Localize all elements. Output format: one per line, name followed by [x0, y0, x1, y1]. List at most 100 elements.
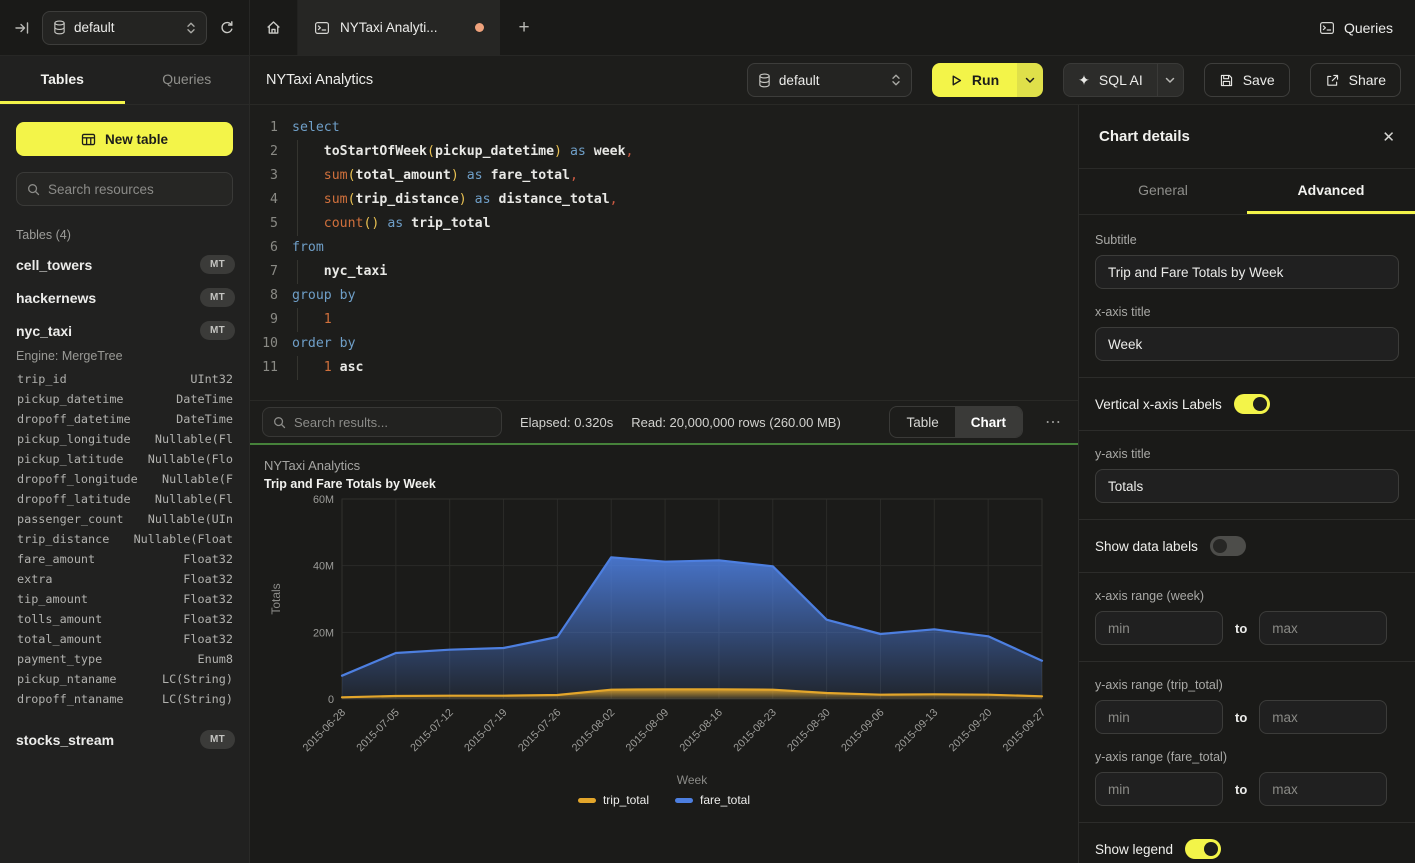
divider [1079, 661, 1415, 662]
column-row-tip_amount: tip_amountFloat32 [0, 589, 249, 609]
y-axis-title-input[interactable] [1095, 469, 1399, 503]
x-axis-title-group: x-axis title [1095, 305, 1399, 361]
column-row-pickup_longitude: pickup_longitudeNullable(Fl [0, 429, 249, 449]
line-number: 3 [250, 164, 292, 188]
table-name: cell_towers [16, 257, 92, 273]
svg-text:60M: 60M [313, 494, 334, 506]
vertical-x-labels-toggle[interactable] [1234, 394, 1270, 414]
sidebar-tab-tables[interactable]: Tables [0, 56, 125, 104]
column-row-dropoff_datetime: dropoff_datetimeDateTime [0, 409, 249, 429]
svg-text:2015-07-12: 2015-07-12 [408, 707, 456, 755]
share-label: Share [1349, 72, 1386, 88]
column-row-pickup_latitude: pickup_latitudeNullable(Flo [0, 449, 249, 469]
panel-tabs: General Advanced [1079, 169, 1415, 215]
y-axis-range-trip-group: y-axis range (trip_total) to [1095, 678, 1399, 734]
sidebar: Tables Queries New table Tables (4) cell… [0, 56, 250, 863]
new-tab-button[interactable]: + [500, 0, 548, 55]
y-axis-range-fare-group: y-axis range (fare_total) to [1095, 750, 1399, 806]
legend-swatch [675, 798, 693, 803]
sql-line-4[interactable]: 4 sum(trip_distance) as distance_total, [250, 188, 1078, 212]
x-axis-range-group: x-axis range (week) to [1095, 589, 1399, 645]
legend-label: trip_total [603, 793, 649, 807]
x-range-min-input[interactable] [1095, 611, 1223, 645]
svg-text:2015-09-27: 2015-09-27 [1001, 707, 1049, 755]
run-options-chevron[interactable] [1017, 63, 1043, 97]
panel-tab-general[interactable]: General [1079, 169, 1247, 214]
run-label: Run [972, 72, 999, 88]
results-bar: Elapsed: 0.320s Read: 20,000,000 rows (2… [250, 400, 1078, 443]
y-axis-title-label: y-axis title [1095, 447, 1399, 461]
sql-line-6[interactable]: 6from [250, 236, 1078, 260]
x-range-max-input[interactable] [1259, 611, 1387, 645]
query-database-value: default [779, 73, 820, 88]
y-axis-range-fare-label: y-axis range (fare_total) [1095, 750, 1399, 764]
svg-text:2015-08-16: 2015-08-16 [677, 707, 725, 755]
topbar-left: default [0, 0, 250, 55]
sql-line-8[interactable]: 8group by [250, 284, 1078, 308]
search-resources-input[interactable] [48, 182, 225, 197]
view-toggle-chart[interactable]: Chart [955, 407, 1022, 437]
y-range-trip-max-input[interactable] [1259, 700, 1387, 734]
svg-text:2015-08-02: 2015-08-02 [570, 707, 618, 755]
queries-link[interactable]: Queries [1297, 0, 1415, 55]
sql-ai-button[interactable]: ✦ SQL AI [1063, 63, 1184, 97]
sql-editor[interactable]: 1select2 toStartOfWeek(pickup_datetime) … [250, 105, 1078, 400]
range-to-label: to [1235, 710, 1247, 725]
show-legend-toggle[interactable] [1185, 839, 1221, 859]
sql-line-2[interactable]: 2 toStartOfWeek(pickup_datetime) as week… [250, 140, 1078, 164]
sql-line-1[interactable]: 1select [250, 116, 1078, 140]
database-selector-value: default [74, 20, 115, 35]
sql-line-3[interactable]: 3 sum(total_amount) as fare_total, [250, 164, 1078, 188]
sparkle-icon: ✦ [1078, 72, 1090, 89]
queries-link-label: Queries [1344, 20, 1393, 36]
column-row-trip_id: trip_idUInt32 [0, 369, 249, 389]
table-row-nyc_taxi[interactable]: nyc_taxiMT [0, 314, 249, 347]
show-data-labels-toggle[interactable] [1210, 536, 1246, 556]
table-row-hackernews[interactable]: hackernewsMT [0, 281, 249, 314]
database-selector[interactable]: default [42, 11, 207, 45]
sql-line-10[interactable]: 10order by [250, 332, 1078, 356]
sql-line-5[interactable]: 5 count() as trip_total [250, 212, 1078, 236]
sql-ai-chevron[interactable] [1157, 64, 1183, 96]
table-row-cell_towers[interactable]: cell_towersMT [0, 248, 249, 281]
home-button[interactable] [250, 0, 298, 55]
save-button[interactable]: Save [1204, 63, 1290, 97]
topbar: default NYTaxi Analyti... + [0, 0, 1415, 56]
engine-badge: MT [200, 321, 235, 340]
share-button[interactable]: Share [1310, 63, 1401, 97]
collapse-sidebar-icon[interactable] [14, 20, 30, 36]
search-icon [27, 183, 40, 196]
panel-tab-advanced[interactable]: Advanced [1247, 169, 1415, 214]
chart-title: NYTaxi Analytics [264, 458, 1064, 473]
sidebar-tab-queries[interactable]: Queries [125, 56, 250, 104]
sql-line-7[interactable]: 7 nyc_taxi [250, 260, 1078, 284]
line-number: 5 [250, 212, 292, 236]
unsaved-dot [475, 23, 484, 32]
run-button[interactable]: Run [932, 63, 1043, 97]
view-toggle-table[interactable]: Table [890, 407, 954, 437]
y-range-fare-min-input[interactable] [1095, 772, 1223, 806]
svg-text:Week: Week [677, 773, 708, 787]
legend-item-trip_total[interactable]: trip_total [578, 793, 649, 807]
subtitle-input[interactable] [1095, 255, 1399, 289]
chart-card: NYTaxi Analytics Trip and Fare Totals by… [250, 445, 1078, 863]
sql-ai-label: SQL AI [1099, 72, 1143, 88]
query-database-selector[interactable]: default [747, 63, 912, 97]
database-icon [758, 73, 771, 88]
save-icon [1219, 73, 1234, 88]
y-range-trip-min-input[interactable] [1095, 700, 1223, 734]
y-range-fare-max-input[interactable] [1259, 772, 1387, 806]
new-table-button[interactable]: New table [16, 122, 233, 156]
query-tab[interactable]: NYTaxi Analyti... [298, 0, 500, 55]
legend-item-fare_total[interactable]: fare_total [675, 793, 750, 807]
sql-line-11[interactable]: 11 1 asc [250, 356, 1078, 380]
table-row-stocks_stream[interactable]: stocks_streamMT [0, 723, 249, 756]
x-axis-title-input[interactable] [1095, 327, 1399, 361]
search-results-input[interactable] [294, 415, 491, 430]
column-row-extra: extraFloat32 [0, 569, 249, 589]
sql-line-9[interactable]: 9 1 [250, 308, 1078, 332]
refresh-icon[interactable] [219, 20, 235, 36]
close-icon[interactable]: ✕ [1382, 128, 1395, 146]
column-row-passenger_count: passenger_countNullable(UIn [0, 509, 249, 529]
more-options-icon[interactable]: ⋯ [1041, 412, 1066, 432]
